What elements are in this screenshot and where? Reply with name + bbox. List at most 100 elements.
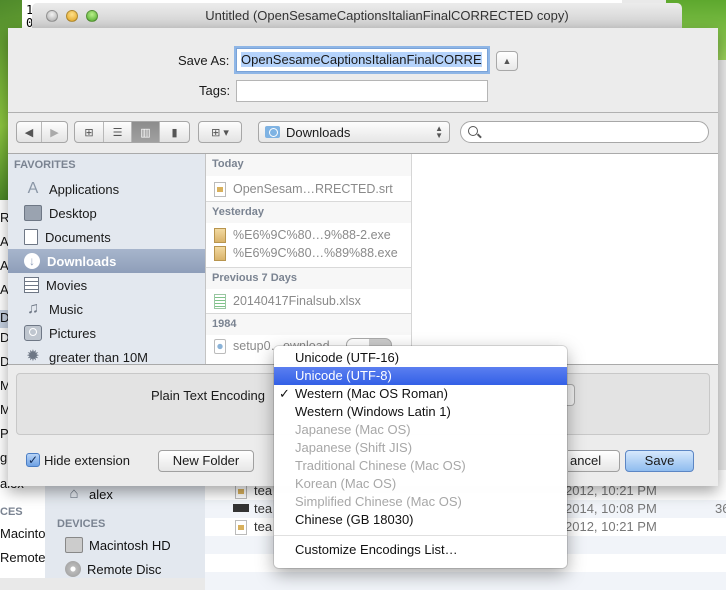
cover-flow-button[interactable]: ▮ <box>160 122 189 142</box>
subtitle-file-icon <box>214 181 226 197</box>
file-browser: FAVORITES A Applications Desktop Document… <box>8 153 718 365</box>
file-item[interactable]: %E6%9C%80…%89%88.exe <box>206 244 411 262</box>
menu-item-windows-latin1[interactable]: Western (Windows Latin 1) <box>274 403 567 421</box>
sidebar-item-label: greater than 10M <box>49 349 149 365</box>
cover-flow-icon: ▮ <box>171 126 178 139</box>
file-name: tea <box>254 519 273 534</box>
bg-fragment: CES <box>0 506 23 518</box>
spreadsheet-file-icon <box>214 293 226 309</box>
search-field[interactable] <box>460 121 709 143</box>
music-icon: ♫ <box>27 300 39 317</box>
file-size: 36 <box>715 501 726 516</box>
expand-dialog-button[interactable]: ▲ <box>496 51 518 71</box>
sidebar-item-label: Pictures <box>49 325 96 341</box>
view-mode-control: ⊞ ☰ ▥ ▮ <box>74 121 190 143</box>
file-date: 2012, 10:21 PM <box>565 519 657 534</box>
sidebar-item-label: Downloads <box>47 253 117 269</box>
devices-header: DEVICES <box>57 518 106 530</box>
menu-item-mac-roman[interactable]: ✓ Western (Mac OS Roman) <box>274 385 567 403</box>
sidebar-item-documents[interactable]: Documents <box>8 225 205 249</box>
movies-icon <box>24 277 39 293</box>
list-view-button[interactable]: ☰ <box>104 122 132 142</box>
disk-image-icon <box>214 338 226 354</box>
tags-field[interactable] <box>236 80 488 102</box>
desktop-icon <box>24 205 42 221</box>
column-view-button[interactable]: ▥ <box>132 122 160 142</box>
file-name: %E6%9C%80…9%88-2.exe <box>233 228 391 242</box>
menu-item-japanese-macos: Japanese (Mac OS) <box>295 422 411 437</box>
list-icon: ☰ <box>112 126 123 139</box>
sidebar-item-macintosh-hd[interactable]: Macintosh HD <box>65 537 171 553</box>
sidebar-item-pictures[interactable]: Pictures <box>8 321 205 345</box>
icon-view-button[interactable]: ⊞ <box>75 122 104 142</box>
applications-icon: A <box>27 180 39 197</box>
sidebar-item-music[interactable]: ♫ Music <box>8 297 205 321</box>
file-item[interactable]: 20140417Finalsub.xlsx <box>206 292 411 310</box>
save-as-label: Save As: <box>178 53 230 68</box>
sidebar-item-desktop[interactable]: Desktop <box>8 201 205 225</box>
sidebar-item-applications[interactable]: A Applications <box>8 177 205 201</box>
location-value: Downloads <box>286 124 351 140</box>
file-item[interactable]: OpenSesam…RRECTED.srt <box>206 180 411 198</box>
bg-fragment: g <box>0 450 8 465</box>
sidebar-item-alex[interactable]: ⌂ alex <box>65 486 113 502</box>
arrange-button[interactable]: ⊞ ▾ <box>198 121 242 143</box>
disc-icon <box>65 561 81 577</box>
location-popup[interactable]: Downloads ▲ ▼ <box>258 121 450 143</box>
menu-item-utf8[interactable]: Unicode (UTF-8) <box>274 367 567 385</box>
sidebar-item-label: Documents <box>45 229 111 245</box>
hard-drive-icon <box>65 537 83 553</box>
group-header-1984: 1984 <box>206 313 411 335</box>
file-name: %E6%9C%80…%89%88.exe <box>233 246 398 260</box>
forward-button[interactable]: ▶ <box>42 122 67 142</box>
sidebar-item-downloads[interactable]: ↓ Downloads <box>8 249 205 273</box>
save-as-field[interactable]: OpenSesameCaptionsItalianFinalCORRE <box>236 48 488 72</box>
favorites-header: FAVORITES <box>14 159 76 171</box>
sidebar-item-label: Desktop <box>49 205 97 221</box>
sidebar-item-greater-than-10m[interactable]: ✹ greater than 10M <box>8 345 205 369</box>
sidebar-item-label: Music <box>49 301 83 317</box>
exe-file-icon <box>214 227 226 243</box>
new-folder-button[interactable]: New Folder <box>158 450 254 472</box>
file-name: OpenSesam…RRECTED.srt <box>233 182 393 196</box>
downloads-icon: ↓ <box>24 253 40 269</box>
back-forward-control: ◀ ▶ <box>16 121 68 143</box>
arrange-icon-wrap: ⊞ ▾ <box>199 122 241 142</box>
sidebar-item-movies[interactable]: Movies <box>8 273 205 297</box>
sidebar-item-label: Remote Disc <box>87 561 162 577</box>
menu-item-utf16[interactable]: Unicode (UTF-16) <box>274 349 567 367</box>
tags-label: Tags: <box>199 83 231 98</box>
hide-extension-checkbox[interactable]: ✓ <box>26 453 40 467</box>
hide-extension-label: Hide extension <box>44 453 130 468</box>
window-titlebar[interactable]: Untitled (OpenSesameCaptionsItalianFinal… <box>32 3 682 29</box>
file-column: Today OpenSesam…RRECTED.srt Yesterday %E… <box>206 154 412 364</box>
back-button[interactable]: ◀ <box>17 122 42 142</box>
menu-item-label: Western (Mac OS Roman) <box>295 386 448 401</box>
forward-arrow-icon: ▶ <box>50 126 59 139</box>
pictures-icon <box>24 325 42 341</box>
menu-item-japanese-shiftjis: Japanese (Shift JIS) <box>295 440 413 455</box>
divider <box>8 112 718 113</box>
columns-icon: ▥ <box>140 126 151 139</box>
checkmark-icon: ✓ <box>279 386 290 401</box>
cancel-button[interactable]: ancel <box>568 450 620 472</box>
sidebar-item-label: alex <box>89 486 113 502</box>
group-header-today: Today <box>206 154 411 176</box>
file-item[interactable]: %E6%9C%80…9%88-2.exe <box>206 226 411 244</box>
empty-row <box>205 572 726 590</box>
back-arrow-icon: ◀ <box>24 126 34 139</box>
menu-item-gb18030[interactable]: Chinese (GB 18030) <box>274 511 567 529</box>
subtitle-file-icon <box>235 520 247 535</box>
window-title: Untitled (OpenSesameCaptionsItalianFinal… <box>205 8 569 23</box>
menu-item-trad-chinese: Traditional Chinese (Mac OS) <box>295 458 466 473</box>
save-as-value: OpenSesameCaptionsItalianFinalCORRE <box>241 52 482 67</box>
video-file-icon <box>233 504 249 512</box>
checkmark-icon: ✓ <box>27 453 39 467</box>
save-button[interactable]: Save <box>625 450 694 472</box>
menu-item-customize-encodings[interactable]: Customize Encodings List… <box>274 541 567 559</box>
sidebar-item-remote-disc[interactable]: Remote Disc <box>65 561 161 577</box>
menu-separator <box>274 535 567 536</box>
popup-stepper-icon: ▲ ▼ <box>435 124 443 140</box>
background-sidebar: ⌂ alex DEVICES Macintosh HD Remote Disc <box>45 470 205 578</box>
arrange-icon: ⊞ ▾ <box>211 126 229 139</box>
